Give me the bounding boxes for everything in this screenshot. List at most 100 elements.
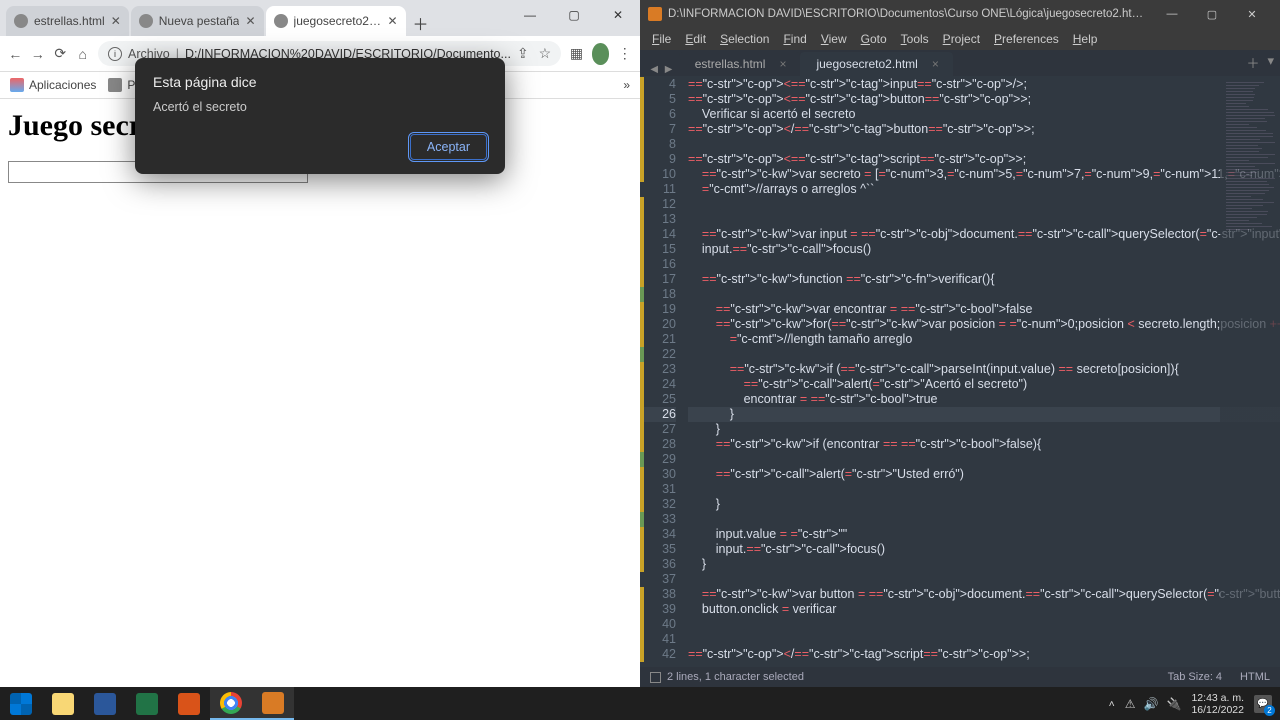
- code-line[interactable]: [688, 572, 1280, 587]
- code-line[interactable]: =="c-str">"c-op"><=="c-str">"c-tag">inpu…: [688, 77, 1280, 92]
- code-line[interactable]: [688, 452, 1280, 467]
- apps-shortcut[interactable]: Aplicaciones: [10, 78, 96, 92]
- browser-tab[interactable]: estrellas.html✕: [6, 6, 129, 36]
- start-button[interactable]: [0, 687, 42, 720]
- line-number[interactable]: 10: [640, 167, 676, 182]
- menu-help[interactable]: Help: [1067, 30, 1104, 48]
- menu-edit[interactable]: Edit: [679, 30, 712, 48]
- code-line[interactable]: [688, 257, 1280, 272]
- profile-avatar[interactable]: [592, 43, 610, 65]
- sublime-maximize[interactable]: ▢: [1192, 0, 1232, 28]
- status-box-icon[interactable]: [650, 672, 661, 683]
- line-number[interactable]: 4: [640, 77, 676, 92]
- code-line[interactable]: button.onclick = verificar: [688, 602, 1280, 617]
- line-number[interactable]: 42: [640, 647, 676, 662]
- code-line[interactable]: =="c-str">"c-kw">if (encontrar == =="c-s…: [688, 437, 1280, 452]
- sublime-close[interactable]: ✕: [1232, 0, 1272, 28]
- new-tab-button[interactable]: ＋: [408, 10, 434, 36]
- notifications-button[interactable]: 💬2: [1254, 695, 1272, 713]
- line-number[interactable]: 23: [640, 362, 676, 377]
- menu-selection[interactable]: Selection: [714, 30, 775, 48]
- battery-icon[interactable]: 🔌: [1166, 697, 1181, 711]
- line-number[interactable]: 31: [640, 482, 676, 497]
- close-button[interactable]: ✕: [596, 0, 640, 30]
- code-line[interactable]: input.=="c-str">"c-call">focus(): [688, 542, 1280, 557]
- line-number[interactable]: 37: [640, 572, 676, 587]
- menu-find[interactable]: Find: [777, 30, 812, 48]
- line-number[interactable]: 32: [640, 497, 676, 512]
- menu-tools[interactable]: Tools: [895, 30, 935, 48]
- status-tabsize[interactable]: Tab Size: 4: [1168, 671, 1222, 683]
- line-number[interactable]: 27: [640, 422, 676, 437]
- code-line[interactable]: =="c-str">"c-kw">var secreto = [="c-num"…: [688, 167, 1280, 182]
- line-number[interactable]: 21: [640, 332, 676, 347]
- line-number[interactable]: 29: [640, 452, 676, 467]
- clock[interactable]: 12:43 a. m. 16/12/2022: [1191, 692, 1244, 716]
- bookmarks-overflow[interactable]: »: [623, 78, 630, 92]
- code-line[interactable]: =="c-str">"c-op"><=="c-str">"c-tag">butt…: [688, 92, 1280, 107]
- line-number[interactable]: 12: [640, 197, 676, 212]
- editor-tab-close-icon[interactable]: ×: [779, 57, 786, 71]
- code-line[interactable]: =="c-str">"c-kw">if (=="c-str">"c-call">…: [688, 362, 1280, 377]
- line-number[interactable]: 13: [640, 212, 676, 227]
- nav-back-icon[interactable]: ◄: [648, 62, 660, 76]
- tab-close-icon[interactable]: ✕: [387, 14, 397, 28]
- code-line[interactable]: =="c-str">"c-kw">var button = =="c-str">…: [688, 587, 1280, 602]
- line-number[interactable]: 39: [640, 602, 676, 617]
- tab-close-icon[interactable]: ✕: [245, 14, 255, 28]
- line-number[interactable]: 11: [640, 182, 676, 197]
- tray-chevron-icon[interactable]: ˄: [1109, 698, 1115, 710]
- code-line[interactable]: =="c-str">"c-op"></=="c-str">"c-tag">scr…: [688, 647, 1280, 662]
- line-number[interactable]: 15: [640, 242, 676, 257]
- code-line[interactable]: =="c-str">"c-kw">var input = =="c-str">"…: [688, 227, 1280, 242]
- line-number[interactable]: 36: [640, 557, 676, 572]
- line-number[interactable]: 8: [640, 137, 676, 152]
- back-button[interactable]: ←: [8, 45, 23, 63]
- sound-icon[interactable]: 🔊: [1144, 697, 1159, 711]
- menu-project[interactable]: Project: [937, 30, 986, 48]
- code-line[interactable]: encontrar = =="c-str">"c-bool">true: [688, 392, 1280, 407]
- line-number[interactable]: 30: [640, 467, 676, 482]
- line-number[interactable]: 18: [640, 287, 676, 302]
- tab-menu-icon[interactable]: ▾: [1267, 53, 1274, 72]
- line-number[interactable]: 24: [640, 377, 676, 392]
- menu-preferences[interactable]: Preferences: [988, 30, 1065, 48]
- line-number[interactable]: 33: [640, 512, 676, 527]
- star-icon[interactable]: ☆: [539, 45, 552, 62]
- nav-fwd-icon[interactable]: ►: [662, 62, 674, 76]
- line-number[interactable]: 22: [640, 347, 676, 362]
- line-number[interactable]: 17: [640, 272, 676, 287]
- code-line[interactable]: }: [688, 407, 1280, 422]
- code-line[interactable]: }: [688, 497, 1280, 512]
- editor-tab[interactable]: estrellas.html×: [679, 52, 801, 76]
- code-line[interactable]: [688, 617, 1280, 632]
- line-number[interactable]: 38: [640, 587, 676, 602]
- line-number[interactable]: 14: [640, 227, 676, 242]
- line-number[interactable]: 16: [640, 257, 676, 272]
- file-explorer-button[interactable]: [42, 687, 84, 720]
- minimize-button[interactable]: ―: [508, 0, 552, 30]
- status-syntax[interactable]: HTML: [1240, 671, 1270, 683]
- tab-add-icon[interactable]: ＋: [1246, 53, 1259, 72]
- code-line[interactable]: [688, 137, 1280, 152]
- code-line[interactable]: [688, 512, 1280, 527]
- code-line[interactable]: [688, 212, 1280, 227]
- code-line[interactable]: =="c-str">"c-kw">var encontrar = =="c-st…: [688, 302, 1280, 317]
- home-button[interactable]: ⌂: [76, 45, 91, 63]
- menu-goto[interactable]: Goto: [855, 30, 893, 48]
- sublime-taskbar-button[interactable]: [252, 687, 294, 720]
- code-line[interactable]: input.=="c-str">"c-call">focus(): [688, 242, 1280, 257]
- wifi-icon[interactable]: ⚠: [1125, 697, 1136, 711]
- code-line[interactable]: =="c-str">"c-call">alert(="c-str">"Acert…: [688, 377, 1280, 392]
- line-number[interactable]: 20: [640, 317, 676, 332]
- site-info-icon[interactable]: i: [108, 47, 122, 61]
- code-line[interactable]: =="c-str">"c-kw">for(=="c-str">"c-kw">va…: [688, 317, 1280, 332]
- code-line[interactable]: [688, 632, 1280, 647]
- line-number[interactable]: 9: [640, 152, 676, 167]
- excel-button[interactable]: [126, 687, 168, 720]
- line-number[interactable]: 40: [640, 617, 676, 632]
- code-area[interactable]: =="c-str">"c-op"><=="c-str">"c-tag">inpu…: [684, 76, 1280, 667]
- line-number[interactable]: 7: [640, 122, 676, 137]
- matlab-button[interactable]: [168, 687, 210, 720]
- menu-view[interactable]: View: [815, 30, 853, 48]
